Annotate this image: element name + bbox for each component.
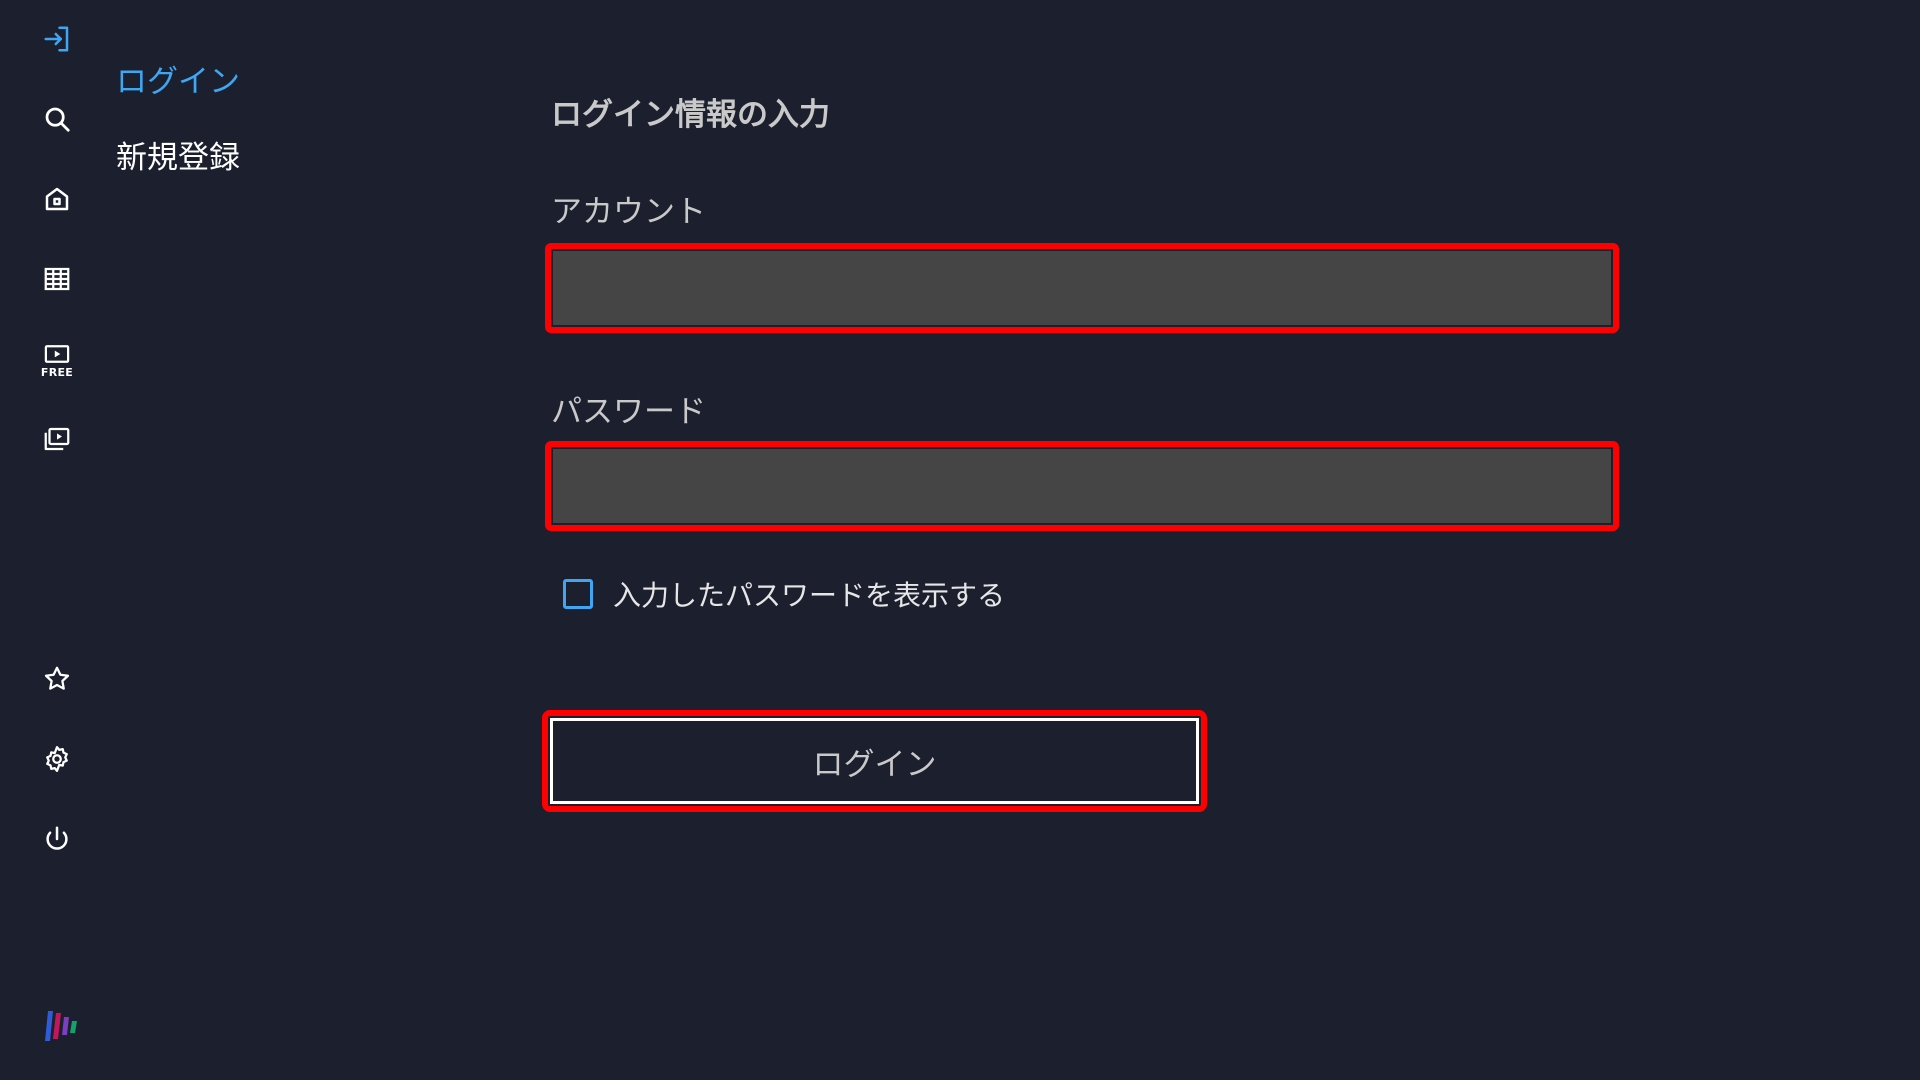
login-button[interactable]: ログイン — [550, 718, 1199, 804]
subnav-item-login[interactable]: ログイン — [116, 62, 240, 102]
account-input[interactable] — [553, 251, 1611, 325]
form-title: ログイン情報の入力 — [551, 97, 830, 133]
gear-icon[interactable] — [34, 736, 80, 782]
password-field-frame — [545, 441, 1619, 531]
grid-icon[interactable] — [34, 256, 80, 302]
free-play-icon[interactable]: FREE — [34, 336, 80, 386]
home-icon[interactable] — [34, 176, 80, 222]
password-label: パスワード — [551, 394, 706, 430]
login-button-frame: ログイン — [542, 710, 1207, 812]
login-icon[interactable] — [34, 16, 80, 62]
password-input[interactable] — [553, 449, 1611, 523]
show-password-label: 入力したパスワードを表示する — [613, 579, 1006, 612]
account-field-frame — [545, 243, 1619, 333]
show-password-checkbox[interactable] — [563, 579, 593, 609]
power-icon[interactable] — [34, 816, 80, 862]
free-label: FREE — [40, 365, 74, 379]
star-icon[interactable] — [34, 656, 80, 702]
account-label: アカウント — [551, 194, 706, 230]
search-icon[interactable] — [34, 96, 80, 142]
video-library-icon[interactable] — [34, 416, 80, 462]
brand-logo — [42, 1005, 82, 1045]
subnav-item-register[interactable]: 新規登録 — [116, 138, 240, 178]
show-password-row[interactable]: 入力したパスワードを表示する — [563, 574, 1005, 614]
side-rail: FREE — [0, 0, 114, 1080]
